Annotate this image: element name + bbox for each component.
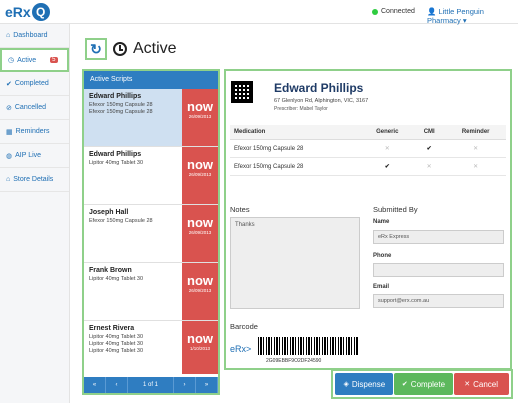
list-item[interactable]: Ernest Rivera Lipitor 40mg Tablet 30 Lip… <box>84 321 218 374</box>
sidebar-item-cancelled[interactable]: ⊘ Cancelled <box>0 96 69 120</box>
barcode-number: 2G09EBBF9O2DF24590 <box>266 358 322 364</box>
sidebar: ⌂ Dashboard ◷ Active 5 ✔ Completed ⊘ Cancelle… <box>0 24 70 403</box>
home-icon: ⌂ <box>6 32 11 39</box>
check-circle-icon: ✔ <box>6 80 12 88</box>
list-item[interactable]: Joseph Hall Efexor 150mg Capsule 28 now 2… <box>84 205 218 263</box>
patient-name: Edward Phillips <box>274 81 364 95</box>
page-header: ↻ Active <box>85 38 177 60</box>
cmi-toggle[interactable]: ✕ <box>413 157 446 176</box>
pharmacy-menu[interactable]: 👤 Little Penguin Pharmacy ▾ <box>427 7 518 25</box>
page-indicator: 1 of 1 <box>128 377 174 393</box>
barcode-label: Barcode <box>230 322 258 331</box>
sidebar-item-store-details[interactable]: ⌂ Store Details <box>0 168 69 192</box>
notes-field[interactable]: Thanks <box>230 217 360 309</box>
erx-logo: eRx> <box>230 344 252 354</box>
medication-line: Lipitor 40mg Tablet 30 <box>89 160 144 166</box>
clock-icon <box>113 42 127 56</box>
active-count-badge: 5 <box>50 57 58 63</box>
list-item[interactable]: Edward Phillips Efexor 150mg Capsule 28 … <box>84 89 218 147</box>
patient-address: 67 Glenlyon Rd, Alphington, VIC, 3167 <box>274 98 369 104</box>
page-title: Active <box>133 40 177 57</box>
sidebar-item-reminders[interactable]: ▦ Reminders <box>0 120 69 144</box>
list-item[interactable]: Edward Phillips Lipitor 40mg Tablet 30 n… <box>84 147 218 205</box>
patient-name: Joseph Hall <box>89 209 129 216</box>
status-badge: now 26/09/2013 <box>182 89 218 146</box>
phone-label: Phone <box>373 253 392 259</box>
active-scripts-panel: Active Scripts Edward Phillips Efexor 15… <box>82 69 220 395</box>
complete-button[interactable]: ✔ Complete <box>393 373 453 395</box>
scripts-list[interactable]: Edward Phillips Efexor 150mg Capsule 28 … <box>84 89 218 374</box>
reminder-toggle[interactable]: ✕ <box>445 157 506 176</box>
column-header: Generic <box>361 125 414 140</box>
medication-table: Medication Generic CMI Reminder Efexor 1… <box>230 125 506 176</box>
table-row: Efexor 150mg Capsule 28 ✔ ✕ ✕ <box>230 157 506 176</box>
next-page-button[interactable]: › <box>174 377 196 393</box>
patient-name: Edward Phillips <box>89 93 142 100</box>
sidebar-item-active[interactable]: ◷ Active 5 <box>0 48 69 72</box>
submitted-by-label: Submitted By <box>373 205 418 214</box>
sidebar-item-completed[interactable]: ✔ Completed <box>0 72 69 96</box>
cmi-toggle[interactable]: ✔ <box>413 139 446 158</box>
user-icon: 👤 <box>427 7 439 16</box>
top-bar: eRx Q Connected 👤 Little Penguin Pharmacy… <box>0 0 518 25</box>
medication-line: Lipitor 40mg Tablet 30 <box>89 334 144 340</box>
notes-label: Notes <box>230 205 250 214</box>
clock-icon: ◷ <box>8 57 15 64</box>
check-circle-icon: ✔ <box>401 381 408 388</box>
home-icon: ⌂ <box>6 176 11 183</box>
last-page-button[interactable]: » <box>196 377 218 393</box>
status-badge: now 26/09/2013 <box>182 263 218 320</box>
refresh-icon[interactable]: ↻ <box>85 38 107 60</box>
generic-toggle[interactable]: ✔ <box>361 157 414 176</box>
medication-line: Efexor 150mg Capsule 28 <box>89 218 153 224</box>
email-label: Email <box>373 284 390 290</box>
dispense-button[interactable]: ◈ Dispense <box>335 373 394 395</box>
prev-page-button[interactable]: ‹ <box>106 377 128 393</box>
action-bar: ◈ Dispense ✔ Complete ✕ Cancel <box>331 369 513 399</box>
medication-line: Efexor 150mg Capsule 28 <box>89 109 153 115</box>
medication-line: Efexor 150mg Capsule 28 <box>89 102 153 108</box>
cancel-button[interactable]: ✕ Cancel <box>453 373 509 395</box>
patient-name: Edward Phillips <box>89 151 142 158</box>
active-scripts-header: Active Scripts <box>84 71 218 89</box>
email-field[interactable]: support@erx.com.au <box>373 294 504 308</box>
name-label: Name <box>373 219 390 225</box>
status-dot-icon <box>372 8 378 15</box>
close-circle-icon: ✕ <box>464 381 471 388</box>
phone-field[interactable] <box>373 263 504 277</box>
pager: « ‹ 1 of 1 › » <box>84 377 218 393</box>
qr-code-icon <box>231 81 253 103</box>
sidebar-item-aip-live[interactable]: ◍ AIP Live <box>0 144 69 168</box>
status-badge: now 26/09/2013 <box>182 205 218 262</box>
sidebar-item-dashboard[interactable]: ⌂ Dashboard <box>0 24 69 48</box>
status-badge: now 1/10/2013 <box>182 321 218 374</box>
script-detail-panel: Edward Phillips 67 Glenlyon Rd, Alphingt… <box>224 69 512 370</box>
column-header: CMI <box>413 125 446 140</box>
app-logo[interactable]: eRx Q <box>5 3 50 21</box>
generic-toggle[interactable]: ✕ <box>361 139 414 158</box>
medication-line: Lipitor 40mg Tablet 30 <box>89 341 144 347</box>
calendar-icon: ▦ <box>6 128 13 136</box>
patient-name: Ernest Rivera <box>89 325 135 332</box>
column-header: Reminder <box>445 125 506 140</box>
table-row: Efexor 150mg Capsule 28 ✕ ✔ ✕ <box>230 139 506 158</box>
first-page-button[interactable]: « <box>84 377 106 393</box>
medication-line: Lipitor 40mg Tablet 30 <box>89 276 144 282</box>
globe-icon: ◍ <box>6 152 13 160</box>
name-field[interactable]: eRx Express <box>373 230 504 244</box>
column-header: Medication <box>230 125 362 140</box>
list-item[interactable]: Frank Brown Lipitor 40mg Tablet 30 now 26… <box>84 263 218 321</box>
ban-icon: ⊘ <box>6 104 12 112</box>
pill-icon: ◈ <box>343 381 349 388</box>
medication-line: Lipitor 40mg Tablet 30 <box>89 348 144 354</box>
prescriber: Prescriber: Mabel Taylor <box>274 106 328 112</box>
patient-name: Frank Brown <box>89 267 132 274</box>
status-badge: now 26/09/2013 <box>182 147 218 204</box>
barcode-image <box>258 337 358 355</box>
connection-status: Connected <box>372 8 415 15</box>
reminder-toggle[interactable]: ✕ <box>445 139 506 158</box>
